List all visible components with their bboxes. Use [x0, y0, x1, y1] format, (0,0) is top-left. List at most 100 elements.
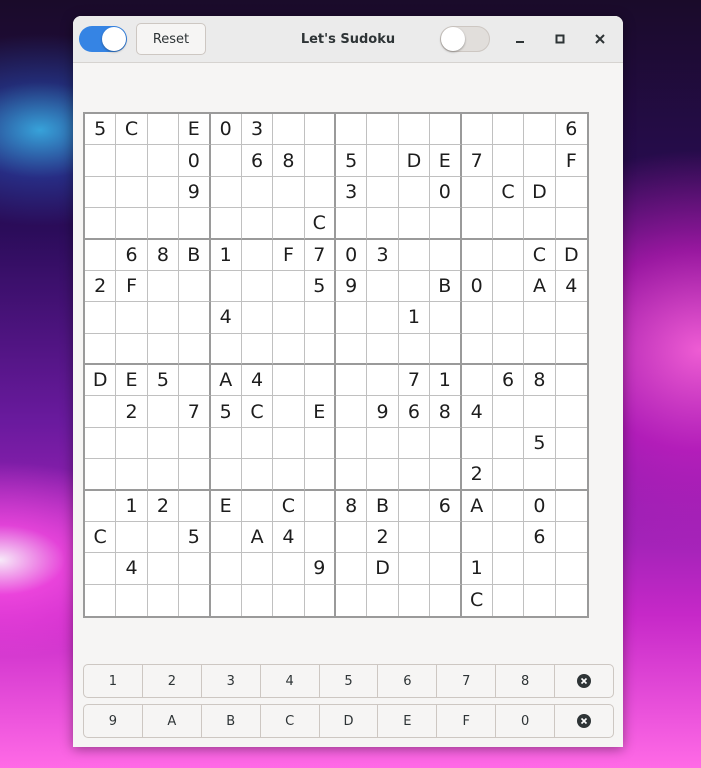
sudoku-cell[interactable]: 7 [398, 365, 431, 397]
sudoku-cell[interactable] [461, 521, 493, 554]
sudoku-cell[interactable] [367, 114, 399, 146]
sudoku-cell[interactable] [273, 584, 305, 616]
sudoku-cell[interactable] [147, 521, 180, 554]
sudoku-cell[interactable] [524, 396, 556, 428]
sudoku-cell[interactable] [210, 145, 242, 177]
keypad-key[interactable]: 9 [84, 705, 143, 737]
sudoku-cell[interactable]: C [304, 208, 336, 240]
sudoku-cell[interactable] [241, 553, 274, 585]
sudoku-cell[interactable] [147, 427, 180, 460]
sudoku-cell[interactable]: C [492, 176, 525, 209]
sudoku-cell[interactable] [524, 553, 556, 585]
sudoku-cell[interactable] [555, 302, 587, 334]
sudoku-cell[interactable] [241, 239, 274, 271]
sudoku-cell[interactable] [147, 553, 180, 585]
sudoku-cell[interactable] [116, 584, 148, 616]
sudoku-cell[interactable] [398, 459, 431, 491]
sudoku-cell[interactable] [461, 365, 493, 397]
sudoku-cell[interactable] [210, 459, 242, 491]
sudoku-cell[interactable] [430, 114, 462, 146]
sudoku-cell[interactable] [147, 459, 180, 491]
sudoku-cell[interactable] [367, 365, 399, 397]
sudoku-cell[interactable] [492, 396, 525, 428]
sudoku-cell[interactable] [398, 114, 431, 146]
sudoku-cell[interactable] [461, 208, 493, 240]
sudoku-cell[interactable] [430, 427, 462, 460]
sudoku-cell[interactable] [85, 239, 117, 271]
sudoku-cell[interactable] [304, 114, 336, 146]
sudoku-cell[interactable]: 2 [367, 521, 399, 554]
keypad-key[interactable]: 1 [84, 665, 143, 697]
sudoku-cell[interactable]: 8 [336, 490, 368, 522]
sudoku-cell[interactable] [492, 459, 525, 491]
sudoku-cell[interactable] [336, 584, 368, 616]
sudoku-cell[interactable]: E [210, 490, 242, 522]
sudoku-cell[interactable] [492, 114, 525, 146]
sudoku-cell[interactable] [430, 302, 462, 334]
sudoku-cell[interactable] [148, 584, 180, 616]
sudoku-cell[interactable] [399, 584, 431, 616]
sudoku-cell[interactable]: D [85, 365, 117, 397]
sudoku-cell[interactable] [492, 333, 525, 365]
sudoku-cell[interactable] [273, 333, 305, 365]
sudoku-cell[interactable] [336, 459, 368, 491]
sudoku-cell[interactable] [430, 584, 462, 616]
sudoku-cell[interactable] [147, 333, 180, 365]
sudoku-cell[interactable]: C [241, 396, 274, 428]
sudoku-cell[interactable] [430, 208, 462, 240]
sudoku-cell[interactable] [85, 333, 117, 365]
sudoku-cell[interactable] [524, 584, 556, 616]
sudoku-cell[interactable]: 0 [336, 239, 368, 271]
minimize-button[interactable] [510, 29, 530, 49]
sudoku-cell[interactable]: A [524, 270, 556, 303]
sudoku-cell[interactable] [116, 333, 148, 365]
sudoku-cell[interactable] [210, 333, 242, 365]
sudoku-cell[interactable]: 6 [524, 521, 556, 554]
sudoku-cell[interactable] [241, 270, 274, 303]
sudoku-cell[interactable]: 4 [241, 365, 274, 397]
sudoku-cell[interactable] [116, 521, 148, 554]
sudoku-cell[interactable] [367, 302, 399, 334]
sudoku-cell[interactable] [179, 333, 211, 365]
sudoku-cell[interactable]: 5 [524, 427, 556, 460]
sudoku-cell[interactable] [179, 427, 211, 460]
sudoku-cell[interactable] [85, 584, 117, 616]
sudoku-cell[interactable] [179, 459, 211, 491]
sudoku-cell[interactable]: 2 [85, 270, 117, 303]
sudoku-cell[interactable] [492, 302, 525, 334]
sudoku-cell[interactable]: 9 [367, 396, 399, 428]
sudoku-cell[interactable] [524, 333, 556, 365]
keypad-key[interactable]: 4 [261, 665, 320, 697]
sudoku-cell[interactable]: F [116, 270, 148, 303]
sudoku-cell[interactable]: 7 [461, 145, 493, 177]
sudoku-cell[interactable] [492, 521, 525, 554]
sudoku-cell[interactable] [398, 333, 431, 365]
sudoku-cell[interactable]: 1 [116, 490, 148, 522]
sudoku-cell[interactable] [398, 521, 431, 554]
sudoku-cell[interactable] [210, 270, 242, 303]
sudoku-cell[interactable] [555, 491, 587, 522]
sudoku-cell[interactable] [367, 427, 399, 460]
sudoku-cell[interactable] [147, 270, 180, 303]
sudoku-cell[interactable]: 1 [430, 365, 462, 397]
sudoku-cell[interactable] [461, 176, 493, 209]
sudoku-cell[interactable]: C [273, 490, 305, 522]
sudoku-cell[interactable] [273, 114, 305, 146]
sudoku-cell[interactable] [241, 208, 274, 240]
sudoku-cell[interactable] [147, 208, 180, 240]
sudoku-cell[interactable] [85, 176, 117, 209]
sudoku-cell[interactable] [461, 114, 493, 146]
sudoku-cell[interactable] [398, 208, 431, 240]
sudoku-cell[interactable] [555, 428, 587, 460]
sudoku-cell[interactable] [398, 427, 431, 460]
sudoku-cell[interactable]: D [398, 145, 431, 177]
sudoku-cell[interactable] [304, 145, 336, 177]
sudoku-cell[interactable]: 0 [430, 176, 462, 209]
sudoku-cell[interactable]: C [85, 521, 117, 554]
sudoku-cell[interactable]: B [367, 490, 399, 522]
sudoku-cell[interactable] [85, 145, 117, 177]
sudoku-cell[interactable] [367, 270, 399, 303]
sudoku-cell[interactable] [116, 145, 148, 177]
keypad-key[interactable]: 8 [496, 665, 556, 697]
sudoku-cell[interactable] [336, 521, 368, 554]
